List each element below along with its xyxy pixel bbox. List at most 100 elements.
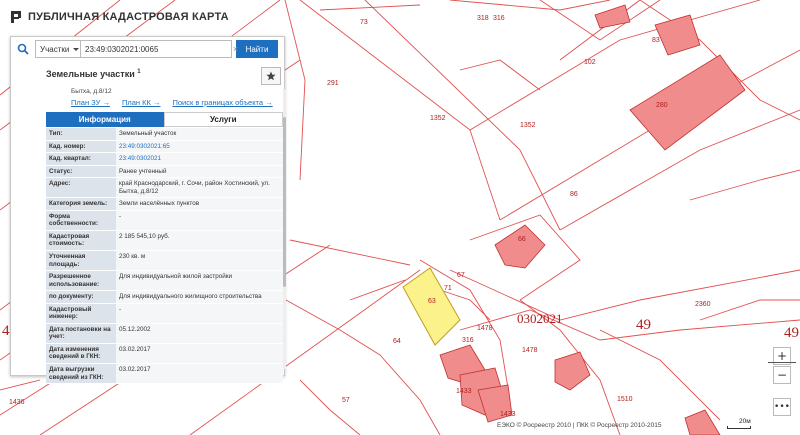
- rosreestr-logo-icon: [11, 11, 21, 23]
- info-row: Адрес: край Краснодарский, г. Сочи, район…: [46, 177, 283, 198]
- search-bar: Участки × Найти: [11, 37, 286, 61]
- info-row: Дата выгрузки сведений из ГКН: 03.02.2017: [46, 363, 283, 384]
- plan-zu-link[interactable]: План ЗУ →: [71, 98, 110, 107]
- plan-kk-link[interactable]: План КК →: [122, 98, 161, 107]
- parcel-label: 291: [327, 80, 339, 87]
- tab-services[interactable]: Услуги: [163, 112, 283, 127]
- parcel-label: 64: [393, 338, 401, 345]
- parcel-label: 316: [462, 337, 474, 344]
- result-section-label: Земельные участки: [46, 69, 135, 79]
- info-row: Уточненная площадь: 230 кв. м: [46, 250, 283, 271]
- info-row: Дата изменения сведений в ГКН: 03.02.2017: [46, 343, 283, 364]
- parcel-label: 63: [428, 298, 436, 305]
- more-options-button[interactable]: •••: [773, 398, 791, 416]
- info-key: Кадастровая стоимость:: [46, 230, 116, 251]
- info-key: Дата выгрузки сведений из ГКН:: [46, 363, 116, 384]
- info-value: -: [116, 210, 283, 231]
- info-value: 05.12.2002: [116, 323, 283, 344]
- parcel-label: 66: [518, 236, 526, 243]
- parcel-label: 1510: [617, 396, 633, 403]
- star-icon: [266, 71, 276, 81]
- parcel-label: 280: [656, 102, 668, 109]
- info-row: Разрешенное использование: Для индивидуал…: [46, 270, 283, 291]
- info-value: -: [116, 303, 283, 324]
- zoom-level-marker: [768, 362, 796, 363]
- parcel-label: 1352: [520, 122, 536, 129]
- info-row: Категория земель: Земли населённых пункто…: [46, 197, 283, 211]
- info-value: 2 185 545,10 руб.: [116, 230, 283, 251]
- scale-bar: [727, 426, 751, 429]
- clear-icon[interactable]: ×: [233, 44, 238, 54]
- parcel-label: 1352: [430, 115, 446, 122]
- info-key: Кад. квартал:: [46, 152, 116, 166]
- parcel-label: 86: [570, 191, 578, 198]
- chevron-down-icon: [73, 47, 80, 51]
- parcel-label: 1436: [9, 399, 25, 406]
- info-value: Ранее учтенный: [116, 165, 283, 178]
- info-key: Форма собственности:: [46, 210, 116, 231]
- parcel-label: 1478: [522, 347, 538, 354]
- info-key: Уточненная площадь:: [46, 250, 116, 271]
- info-value: Для индивидуальной жилой застройки: [116, 270, 283, 291]
- app-header: ПУБЛИЧНАЯ КАДАСТРОВАЯ КАРТА: [10, 10, 229, 24]
- parcel-label: 67: [457, 272, 465, 279]
- parcel-label: 316: [493, 15, 505, 22]
- search-type-label: Участки: [40, 44, 70, 54]
- parcel-label: 102: [584, 59, 596, 66]
- parcel-label: 71: [444, 285, 452, 292]
- info-row: по документу: Для индивидуального жилищно…: [46, 290, 283, 304]
- parcel-label: 73: [360, 19, 368, 26]
- zoom-out-button[interactable]: −: [773, 366, 791, 384]
- info-value: 03.02.2017: [116, 343, 283, 364]
- parcel-label: 1433: [456, 388, 472, 395]
- scrollbar-thumb[interactable]: [283, 117, 286, 287]
- info-value[interactable]: 23:49:0302021: [116, 152, 283, 166]
- info-key: Тип:: [46, 128, 116, 141]
- result-links: План ЗУ → План КК → Поиск в границах объ…: [71, 98, 273, 107]
- info-value: Земельный участок: [116, 128, 283, 141]
- search-panel: Участки × Найти Земельные участки 1 Бытх…: [10, 36, 286, 384]
- info-row: Кадастровый инженер: -: [46, 303, 283, 324]
- quarter-label: 0302021: [517, 311, 563, 326]
- result-tabs: Информация Услуги: [46, 112, 283, 127]
- find-button[interactable]: Найти: [236, 40, 278, 58]
- info-value: 03.02.2017: [116, 363, 283, 384]
- search-icon[interactable]: [11, 37, 35, 61]
- result-address-line: Бытха, д.8/12: [71, 88, 112, 95]
- parcel-info-table: Тип: Земельный участок Кад. номер: 23:49:03…: [46, 128, 283, 384]
- info-key: Дата постановки на учет:: [46, 323, 116, 344]
- info-value: Земли населённых пунктов: [116, 197, 283, 211]
- scale-label: 20м: [739, 418, 751, 425]
- parcel-label: 1478: [477, 325, 493, 332]
- info-value: Для индивидуального жилищного строительс…: [116, 290, 283, 304]
- info-key: по документу:: [46, 290, 116, 304]
- info-value[interactable]: 23:49:0302021:65: [116, 140, 283, 153]
- parcel-label: 1433: [500, 411, 516, 418]
- info-value: 230 кв. м: [116, 250, 283, 271]
- quarter-number-label: 49: [784, 325, 799, 341]
- info-key: Разрешенное использование:: [46, 270, 116, 291]
- info-row: Дата постановки на учет: 05.12.2002: [46, 323, 283, 344]
- search-input[interactable]: [81, 40, 232, 58]
- info-row: Кад. квартал: 23:49:0302021: [46, 152, 283, 166]
- parcel-label: 57: [342, 397, 350, 404]
- search-in-bounds-link[interactable]: Поиск в границах объекта →: [172, 98, 272, 107]
- result-count: 1: [137, 69, 141, 75]
- parcel-label: 83: [652, 37, 660, 44]
- info-row: Кадастровая стоимость: 2 185 545,10 руб.: [46, 230, 283, 251]
- quarter-number-label: 49: [636, 317, 651, 333]
- info-key: Статус:: [46, 165, 116, 178]
- info-key: Кадастровый инженер:: [46, 303, 116, 324]
- info-key: Категория земель:: [46, 197, 116, 211]
- favorite-button[interactable]: [261, 67, 281, 85]
- info-key: Кад. номер:: [46, 140, 116, 153]
- info-key: Адрес:: [46, 177, 116, 198]
- info-row: Тип: Земельный участок: [46, 128, 283, 141]
- copyright-footer: ЕЭКО © Росреестр 2010 | ПКК © Росреестр …: [497, 422, 662, 429]
- search-type-select[interactable]: Участки: [35, 40, 81, 58]
- info-row: Статус: Ранее учтенный: [46, 165, 283, 178]
- parcel-label: 318: [477, 15, 489, 22]
- tab-info[interactable]: Информация: [46, 112, 164, 127]
- info-value: край Краснодарский, г. Сочи, район Хости…: [116, 177, 283, 198]
- info-row: Форма собственности: -: [46, 210, 283, 231]
